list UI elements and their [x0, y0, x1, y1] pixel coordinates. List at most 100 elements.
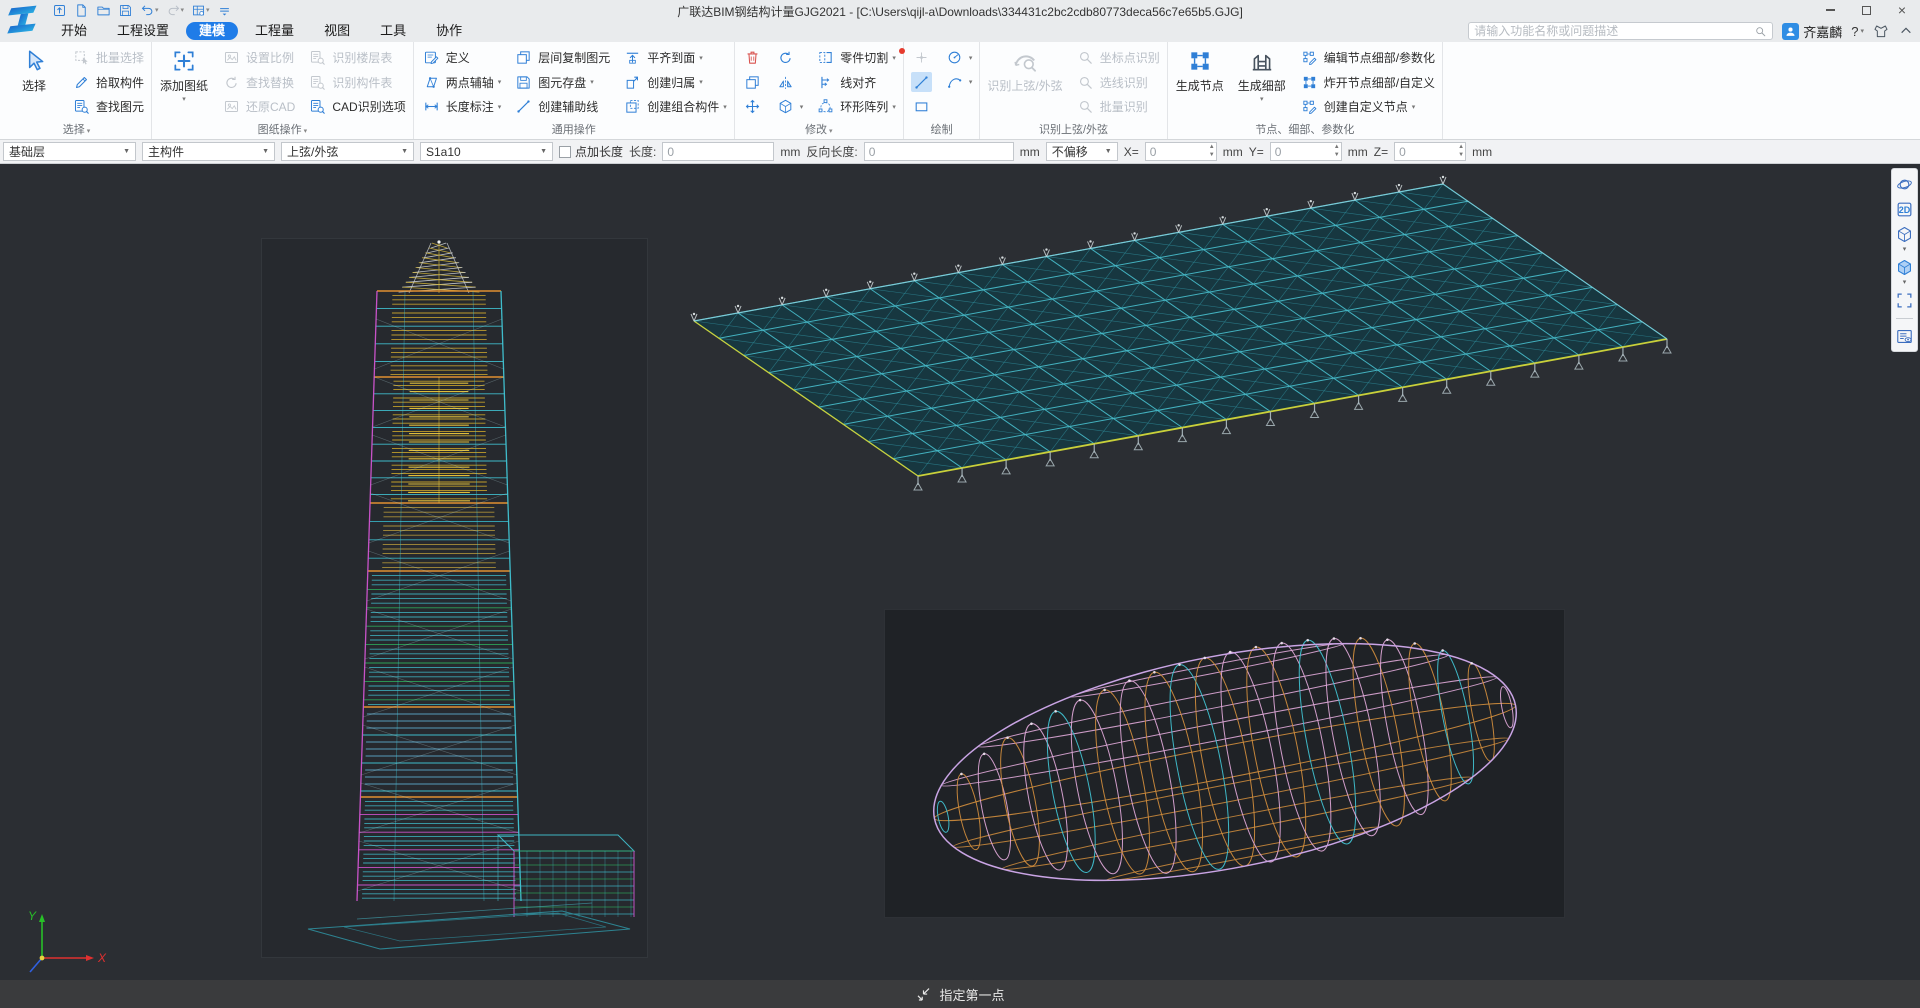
dropdown-arrow[interactable]: ▾: [1903, 247, 1907, 253]
dropdown-arrow[interactable]: ▾: [699, 54, 703, 62]
button-批量选择[interactable]: 批量选择: [71, 47, 144, 68]
viewport-3d[interactable]: XY 2D▾▾: [0, 164, 1920, 980]
spinner-arrows[interactable]: ▲▼: [1458, 143, 1464, 159]
member-type-select[interactable]: 主构件▼: [142, 142, 275, 161]
button-查找替换[interactable]: 查找替换: [221, 72, 295, 93]
reverse-length-input[interactable]: [864, 142, 1014, 161]
chord-select[interactable]: 上弦/外弦▼: [281, 142, 414, 161]
button-line[interactable]: [911, 72, 932, 93]
button-point[interactable]: [911, 47, 932, 68]
tab-协作[interactable]: 协作: [423, 22, 475, 40]
tab-视图[interactable]: 视图: [311, 22, 363, 40]
dropdown-arrow[interactable]: ▾: [1412, 103, 1416, 111]
display-settings-button[interactable]: [1894, 326, 1915, 347]
button-坐标点识别[interactable]: 坐标点识别: [1075, 47, 1160, 68]
button-设置比例[interactable]: 设置比例: [221, 47, 295, 68]
dropdown-arrow[interactable]: ▾: [969, 78, 973, 86]
checkbox[interactable]: [559, 146, 571, 158]
redo-button[interactable]: ▾: [164, 3, 187, 18]
y-stepper[interactable]: ▲▼: [1270, 142, 1342, 161]
button-编辑节点细部/参数化[interactable]: 编辑节点细部/参数化: [1299, 47, 1435, 68]
button-两点辅轴[interactable]: 两点辅轴▾: [421, 72, 502, 93]
open-file-button[interactable]: [94, 3, 113, 18]
button-选择[interactable]: 选择: [9, 43, 59, 120]
button-零件切割[interactable]: 零件切割▾: [815, 47, 896, 68]
section-select[interactable]: S1a10▼: [420, 142, 553, 161]
button-查找图元[interactable]: 查找图元: [71, 96, 144, 117]
dropdown-arrow[interactable]: ▾: [155, 6, 159, 14]
button-rotate[interactable]: [775, 47, 804, 68]
button-生成节点[interactable]: 生成节点: [1175, 43, 1225, 120]
tab-开始[interactable]: 开始: [48, 22, 100, 40]
button-还原CAD[interactable]: 还原CAD: [221, 96, 295, 117]
button-定义[interactable]: 定义: [421, 47, 502, 68]
help-button[interactable]: ?▾: [1851, 24, 1864, 39]
collapse-ribbon-icon[interactable]: [1898, 23, 1914, 39]
button-拾取构件[interactable]: 拾取构件: [71, 72, 144, 93]
app-logo[interactable]: [5, 2, 41, 38]
button-批量识别[interactable]: 批量识别: [1075, 96, 1160, 117]
button-创建组合构件[interactable]: 创建组合构件▾: [622, 96, 727, 117]
close-button[interactable]: ×: [1884, 0, 1920, 20]
tab-工程量[interactable]: 工程量: [242, 22, 307, 40]
maximize-button[interactable]: [1848, 0, 1884, 20]
button-识别上弦/外弦[interactable]: 识别上弦/外弦: [987, 43, 1062, 120]
button-炸开节点细部/自定义[interactable]: 炸开节点细部/自定义: [1299, 72, 1435, 93]
button-识别构件表[interactable]: 识别构件表: [307, 72, 405, 93]
spinner-arrows[interactable]: ▲▼: [1334, 143, 1340, 159]
tab-工具[interactable]: 工具: [367, 22, 419, 40]
orbit-button[interactable]: [1894, 174, 1915, 195]
dropdown-arrow[interactable]: ▾: [699, 78, 703, 86]
button-CAD识别选项[interactable]: CAD识别选项: [307, 96, 405, 117]
dropdown-arrow[interactable]: ▾: [1903, 280, 1907, 286]
minimize-button[interactable]: [1812, 0, 1848, 20]
tab-工程设置[interactable]: 工程设置: [104, 22, 182, 40]
button-创建辅助线[interactable]: 创建辅助线: [513, 96, 610, 117]
button-mirror[interactable]: [775, 72, 804, 93]
length-input[interactable]: [662, 142, 774, 161]
button-rectangle[interactable]: [911, 96, 932, 117]
button-层间复制图元[interactable]: 层间复制图元: [513, 47, 610, 68]
button-选线识别[interactable]: 选线识别: [1075, 72, 1160, 93]
dropdown-arrow[interactable]: ▾: [1260, 95, 1264, 103]
button-图元存盘[interactable]: 图元存盘▾: [513, 72, 610, 93]
button-move[interactable]: [742, 96, 763, 117]
button-circle[interactable]: ▾: [944, 47, 973, 68]
button-环形阵列[interactable]: 环形阵列▾: [815, 96, 896, 117]
view-2d-button[interactable]: 2D: [1894, 199, 1915, 220]
search-input[interactable]: [1474, 24, 1754, 38]
add-length-checkbox[interactable]: 点加长度: [559, 143, 623, 160]
dropdown-arrow[interactable]: ▾: [181, 6, 185, 14]
button-添加图纸[interactable]: 添加图纸▾: [159, 43, 209, 120]
customize-toolbar-button[interactable]: [215, 3, 234, 18]
save-button[interactable]: [116, 3, 135, 18]
dropdown-arrow[interactable]: ▾: [498, 78, 502, 86]
button-生成细部[interactable]: 生成细部▾: [1237, 43, 1287, 120]
dropdown-arrow[interactable]: ▾: [892, 54, 896, 62]
view-cube-solid-button[interactable]: [1894, 257, 1915, 278]
button-delete[interactable]: [742, 47, 763, 68]
button-arc[interactable]: ▾: [944, 72, 973, 93]
user-badge[interactable]: 齐嘉麟: [1782, 22, 1842, 41]
button-长度标注[interactable]: 长度标注▾: [421, 96, 502, 117]
button-识别楼层表[interactable]: 识别楼层表: [307, 47, 405, 68]
button-rotate-3d[interactable]: ▾: [775, 96, 804, 117]
dropdown-arrow[interactable]: ▾: [800, 103, 804, 111]
button-平齐到面[interactable]: 平齐到面▾: [622, 47, 727, 68]
spinner-arrows[interactable]: ▲▼: [1209, 143, 1215, 159]
z-input[interactable]: [1394, 142, 1466, 161]
button-copy[interactable]: [742, 72, 763, 93]
dropdown-arrow[interactable]: ▾: [498, 103, 502, 111]
theme-skin-icon[interactable]: [1873, 23, 1889, 39]
x-stepper[interactable]: ▲▼: [1145, 142, 1217, 161]
dropdown-arrow[interactable]: ▾: [206, 6, 210, 14]
search-box[interactable]: [1468, 22, 1773, 40]
dropdown-arrow[interactable]: ▾: [182, 95, 186, 103]
dropdown-arrow[interactable]: ▾: [892, 103, 896, 111]
view-cube-button[interactable]: [1894, 224, 1915, 245]
button-线对齐[interactable]: 线对齐: [815, 72, 896, 93]
button-创建归属[interactable]: 创建归属▾: [622, 72, 727, 93]
dropdown-arrow[interactable]: ▾: [590, 78, 594, 86]
workspace-button[interactable]: ▾: [189, 3, 212, 18]
x-input[interactable]: [1145, 142, 1217, 161]
